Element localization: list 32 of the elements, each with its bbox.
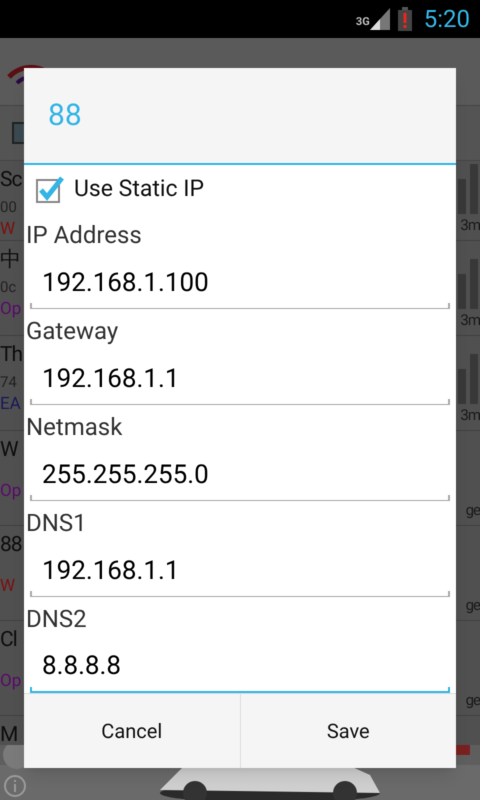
network-type-label: 3G: [356, 14, 370, 30]
field-label: DNS1: [25, 508, 88, 539]
network-name: Cl: [0, 627, 18, 654]
signal-bars-icon: [458, 354, 480, 404]
signal-icon: [370, 8, 390, 30]
network-name: 中: [0, 247, 21, 274]
network-name: Th: [0, 342, 22, 369]
network-name: Sc: [0, 167, 22, 194]
network-name: 88: [0, 532, 22, 559]
battery-alert-icon: [398, 7, 412, 31]
signal-bars-icon: [458, 258, 480, 308]
field-label: Netmask: [25, 412, 124, 443]
clock-time: 5:20: [424, 4, 470, 35]
security-label: W: [0, 218, 16, 240]
signal-bars-icon: [458, 164, 480, 214]
network-name: M: [0, 722, 18, 745]
field-label: IP Address: [25, 220, 143, 251]
dialog-title: 88: [48, 97, 82, 135]
security-label: Op: [0, 670, 22, 693]
checkbox-label: Use Static IP: [74, 174, 204, 204]
input-field[interactable]: 255.255.255.0: [30, 449, 450, 501]
input-field[interactable]: 192.168.1.100: [30, 257, 450, 309]
dialog-button[interactable]: Save: [240, 694, 456, 768]
network-name: W: [0, 437, 20, 464]
security-label: Op: [0, 298, 22, 321]
input-field[interactable]: 192.168.1.1: [30, 545, 450, 597]
security-label: W: [0, 575, 16, 598]
field-label: DNS2: [25, 604, 88, 635]
input-field[interactable]: 192.168.1.1: [30, 353, 450, 405]
info-icon[interactable]: [4, 775, 26, 797]
field-label: Gateway: [25, 316, 120, 347]
security-label: Op: [0, 480, 22, 503]
